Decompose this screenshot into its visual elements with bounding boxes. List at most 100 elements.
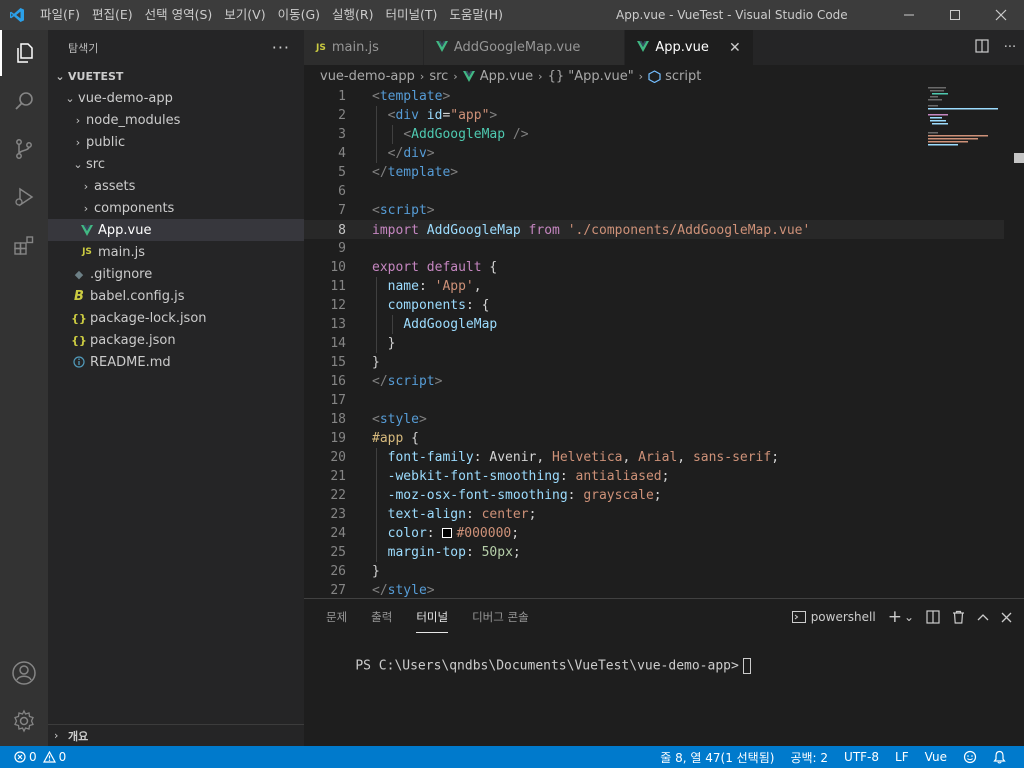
code-line[interactable]: 18 <style> <box>304 410 1004 429</box>
tab-output[interactable]: 출력 <box>371 599 392 635</box>
color-swatch[interactable] <box>442 528 453 538</box>
close-tab-icon[interactable]: ✕ <box>727 40 743 56</box>
more-actions-icon[interactable]: ··· <box>996 40 1024 55</box>
code-token: </ <box>372 583 388 598</box>
tree-folder-public[interactable]: › public <box>48 131 304 153</box>
menu-item[interactable]: 실행(R) <box>328 0 377 30</box>
tree-folder-node-modules[interactable]: › node_modules <box>48 109 304 131</box>
menu-item[interactable]: 파일(F) <box>36 0 84 30</box>
terminal-output[interactable]: PS C:\Users\qndbs\Documents\VueTest\vue-… <box>324 643 751 689</box>
chevron-down-icon[interactable]: ⌄ <box>904 610 914 624</box>
settings-gear-icon[interactable] <box>0 698 48 744</box>
close-panel-icon[interactable] <box>1001 612 1012 623</box>
code-line[interactable]: 5 </template> <box>304 163 1004 182</box>
tree-label: main.js <box>98 244 145 260</box>
code-line[interactable]: 7 <script> <box>304 201 1004 220</box>
maximize-icon[interactable] <box>932 0 978 30</box>
explorer-icon[interactable] <box>0 30 48 76</box>
tree-file-package-lock[interactable]: {} package-lock.json <box>48 307 304 329</box>
code-line[interactable]: 20 font-family: Avenir, Helvetica, Arial… <box>304 448 1004 467</box>
menu-item[interactable]: 보기(V) <box>220 0 269 30</box>
tab-terminal[interactable]: 터미널 <box>416 599 448 635</box>
breadcrumb-item[interactable]: App.vue <box>480 69 533 84</box>
code-line[interactable]: 24 color: #000000; <box>304 524 1004 543</box>
code-line[interactable]: 13 AddGoogleMap <box>304 315 1004 334</box>
source-control-icon[interactable] <box>0 126 48 172</box>
menu-item[interactable]: 이동(G) <box>274 0 324 30</box>
vue-icon <box>637 40 650 55</box>
problems-indicator[interactable]: 0 0 <box>0 750 66 764</box>
code-line[interactable]: 22 -moz-osx-font-smoothing: grayscale; <box>304 486 1004 505</box>
feedback-icon[interactable] <box>963 750 977 764</box>
new-terminal-icon[interactable]: + <box>888 607 902 627</box>
outline-section[interactable]: › 개요 <box>48 724 304 746</box>
code-line[interactable]: 8 import AddGoogleMap from './components/… <box>304 220 1004 239</box>
breadcrumb-item[interactable]: {} "App.vue" <box>548 69 634 84</box>
tree-file-babel-config[interactable]: B babel.config.js <box>48 285 304 307</box>
tab-addgooglemap-vue[interactable]: AddGoogleMap.vue <box>423 30 626 65</box>
tree-file-readme[interactable]: README.md <box>48 351 304 373</box>
code-line[interactable]: 3 <AddGoogleMap /> <box>304 125 1004 144</box>
code-line[interactable]: 25 margin-top: 50px; <box>304 543 1004 562</box>
code-line[interactable]: 27 </style> <box>304 581 1004 598</box>
notification-bell-icon[interactable] <box>993 750 1006 764</box>
tree-file-app-vue[interactable]: App.vue <box>48 219 304 241</box>
extensions-icon[interactable] <box>0 222 48 268</box>
split-editor-icon[interactable] <box>968 38 996 57</box>
code-line[interactable]: 23 text-align: center; <box>304 505 1004 524</box>
terminal-selector[interactable]: powershell <box>791 610 876 624</box>
more-actions-icon[interactable]: ··· <box>272 38 290 57</box>
encoding[interactable]: UTF-8 <box>844 750 879 764</box>
menu-item[interactable]: 도움말(H) <box>445 0 507 30</box>
language-mode[interactable]: Vue <box>925 750 947 764</box>
code-line[interactable]: 9 <box>304 239 1004 258</box>
breadcrumb-item[interactable]: src <box>429 69 448 84</box>
menu-item[interactable]: 터미널(T) <box>382 0 442 30</box>
code-line[interactable]: 1 <template> <box>304 87 1004 106</box>
tree-folder-vue-demo-app[interactable]: ⌄ vue-demo-app <box>48 87 304 109</box>
code-line[interactable]: 14 } <box>304 334 1004 353</box>
tab-problems[interactable]: 문제 <box>326 599 347 635</box>
code-line[interactable]: 19 #app { <box>304 429 1004 448</box>
workspace-root[interactable]: ⌄ VUETEST <box>48 65 304 87</box>
code-line[interactable]: 10 export default { <box>304 258 1004 277</box>
maximize-panel-icon[interactable] <box>977 613 989 621</box>
code-line[interactable]: 16 </script> <box>304 372 1004 391</box>
tree-file-main-js[interactable]: JS main.js <box>48 241 304 263</box>
code-line[interactable]: 4 </div> <box>304 144 1004 163</box>
code-line[interactable]: 26} <box>304 562 1004 581</box>
explorer-sidebar: 탐색기 ··· ⌄ VUETEST ⌄ vue-demo-app › node_… <box>48 30 304 746</box>
indentation[interactable]: 공백: 2 <box>790 749 828 766</box>
menu-item[interactable]: 편집(E) <box>88 0 137 30</box>
minimize-icon[interactable] <box>886 0 932 30</box>
trash-icon[interactable] <box>952 610 965 624</box>
tab-debug-console[interactable]: 디버그 콘솔 <box>472 599 529 635</box>
code-line[interactable]: 12 components: { <box>304 296 1004 315</box>
tree-label: README.md <box>90 354 171 370</box>
code-line[interactable]: 17 <box>304 391 1004 410</box>
split-terminal-icon[interactable] <box>926 610 940 624</box>
end-of-line[interactable]: LF <box>895 750 909 764</box>
breadcrumb-item[interactable]: script <box>665 69 701 84</box>
tree-file-package-json[interactable]: {} package.json <box>48 329 304 351</box>
accounts-icon[interactable] <box>0 650 48 696</box>
code-line[interactable]: 15} <box>304 353 1004 372</box>
breadcrumb-item[interactable]: vue-demo-app <box>320 69 415 84</box>
tree-folder-src[interactable]: ⌄ src <box>48 153 304 175</box>
tree-file-gitignore[interactable]: ◆ .gitignore <box>48 263 304 285</box>
code-line[interactable]: 2 <div id="app"> <box>304 106 1004 125</box>
run-debug-icon[interactable] <box>0 174 48 220</box>
code-line[interactable]: 11 name: 'App', <box>304 277 1004 296</box>
menu-item[interactable]: 선택 영역(S) <box>141 0 217 30</box>
tree-folder-components[interactable]: › components <box>48 197 304 219</box>
code-line[interactable]: 6 <box>304 182 1004 201</box>
search-icon[interactable] <box>0 78 48 124</box>
scrollbar-thumb[interactable] <box>1014 153 1024 163</box>
code-line[interactable]: 21 -webkit-font-smoothing: antialiased; <box>304 467 1004 486</box>
tree-folder-assets[interactable]: › assets <box>48 175 304 197</box>
tab-main-js[interactable]: JS main.js <box>304 30 424 65</box>
cursor-position[interactable]: 줄 8, 열 47(1 선택됨) <box>660 749 774 766</box>
tab-app-vue[interactable]: App.vue ✕ <box>625 30 754 65</box>
code-editor[interactable]: 1 <template> 2 <div id="app"> 3 <AddGoogleM… <box>304 87 1024 598</box>
close-window-icon[interactable] <box>978 0 1024 30</box>
